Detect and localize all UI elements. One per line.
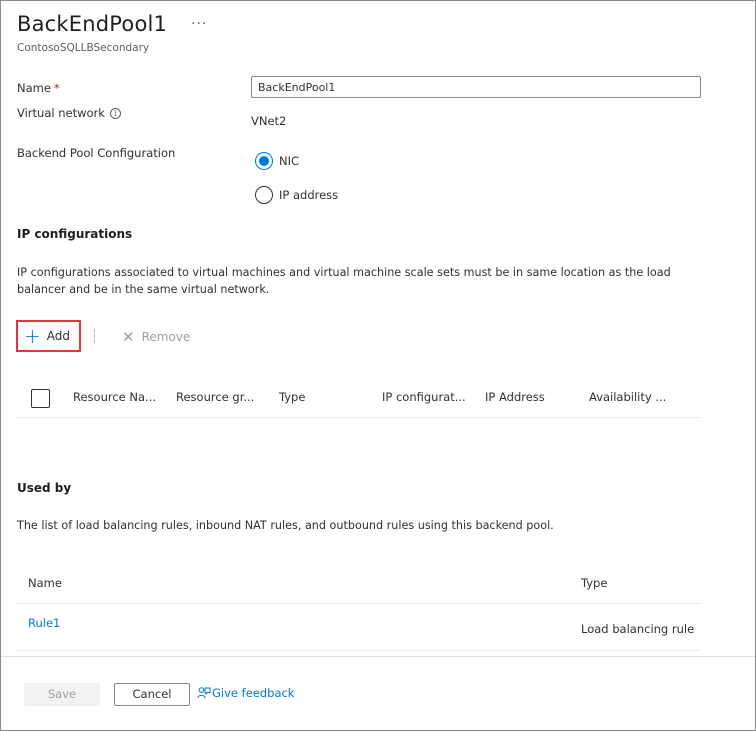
radio-ip-address[interactable]: IP address [255,186,338,204]
radio-nic-circle[interactable] [255,152,273,170]
cancel-button[interactable]: Cancel [114,683,190,706]
plus-icon: + [24,324,41,348]
add-button[interactable]: + Add [24,324,70,348]
info-icon[interactable]: i [109,108,121,119]
more-options-icon[interactable]: ··· [191,16,207,32]
footer-divider [1,656,755,657]
column-header-resource-name[interactable]: Resource Na... [73,390,156,404]
feedback-icon [197,687,211,699]
column-header-ip-configuration[interactable]: IP configurat... [382,390,466,404]
vnet-label-text: Virtual network [17,106,105,120]
toolbar-separator [94,329,95,343]
pool-config-label: Backend Pool Configuration [17,146,176,160]
column-header-type[interactable]: Type [279,390,305,404]
radio-ip-address-circle[interactable] [255,186,273,204]
vnet-label: Virtual network i [17,106,121,120]
close-icon: ✕ [122,328,135,346]
ip-config-title: IP configurations [17,227,133,241]
required-mark: * [53,81,60,95]
page-title: BackEndPool1 [17,12,168,36]
give-feedback-link[interactable]: Give feedback [197,686,294,700]
rule-link[interactable]: Rule1 [28,616,60,630]
ip-config-description: IP configurations associated to virtual … [17,266,671,296]
remove-button-label: Remove [141,330,191,344]
remove-button[interactable]: ✕ Remove [122,328,190,346]
column-header-availability[interactable]: Availability ... [589,390,666,404]
add-button-label: Add [46,329,70,343]
column-header-rule-type: Type [581,576,608,590]
give-feedback-label: Give feedback [212,686,295,700]
column-header-name: Name [28,576,62,590]
radio-nic[interactable]: NIC [255,152,299,170]
name-input[interactable] [251,76,701,98]
save-button[interactable]: Save [24,683,100,706]
name-label-text: Name [17,81,51,95]
header: BackEndPool1 ··· [17,12,207,36]
used-by-description: The list of load balancing rules, inboun… [17,519,554,532]
rule-type: Load balancing rule [581,622,695,636]
radio-nic-label: NIC [279,154,300,168]
ip-config-table-header: Resource Na... Resource gr... Type IP co… [17,376,701,418]
vnet-value: VNet2 [251,114,287,128]
used-by-title: Used by [17,481,72,495]
select-all-checkbox[interactable] [31,389,50,408]
radio-ip-address-label: IP address [279,188,339,202]
used-by-table-header: Name Type [17,562,701,604]
table-row: Rule1 Load balancing rule [17,605,701,651]
column-header-ip-address[interactable]: IP Address [485,390,545,404]
name-label: Name * [17,81,60,95]
page-subtitle: ContosoSQLLBSecondary [17,42,150,54]
column-header-resource-group[interactable]: Resource gr... [176,390,254,404]
